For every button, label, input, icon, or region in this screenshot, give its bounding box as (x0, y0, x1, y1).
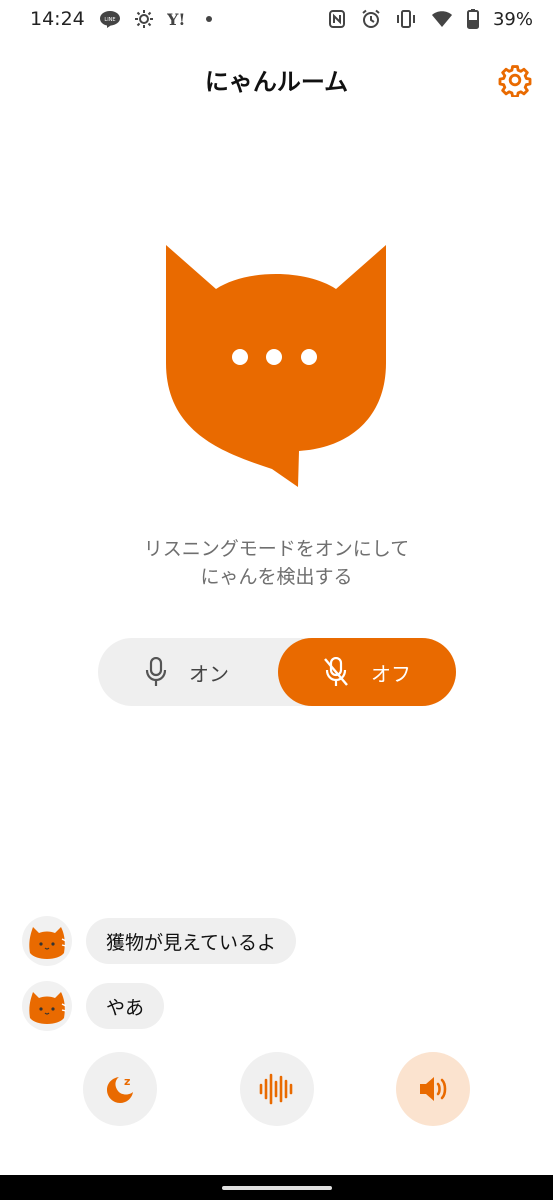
listening-on-label: オン (189, 661, 229, 686)
status-bar: 14:24 LINE Y! 39% (0, 0, 553, 38)
vibrate-icon (395, 9, 417, 29)
dot-3-icon (301, 349, 317, 365)
line-icon: LINE (99, 9, 121, 29)
sound-wave-icon (259, 1073, 293, 1105)
weather-icon (134, 10, 153, 28)
message-bubble: やあ (86, 983, 165, 1029)
speaker-button[interactable] (396, 1052, 470, 1126)
yahoo-icon: Y! (167, 10, 191, 28)
listening-on-button[interactable]: オン (98, 638, 276, 706)
hint-line-1: リスニングモードをオンにして (143, 538, 410, 560)
cat-avatar-icon (22, 981, 72, 1031)
message-bubble: 獲物が見えているよ (86, 918, 297, 964)
microphone-off-icon (324, 657, 348, 686)
speaker-icon (420, 1077, 447, 1101)
status-time: 14:24 (30, 8, 85, 30)
dot-2-icon (266, 349, 282, 365)
message-row: やあ (22, 981, 165, 1031)
app-header: にゃんルーム (0, 50, 553, 110)
battery-icon (466, 9, 479, 29)
cat-speech-illustration (164, 243, 388, 489)
battery-percent: 39% (492, 8, 533, 30)
dot-icon (205, 15, 213, 23)
status-bar-left: 14:24 LINE Y! (30, 8, 213, 30)
page-title: にゃんルーム (204, 68, 349, 96)
svg-text:Y!: Y! (167, 10, 185, 28)
listening-mode-toggle: オン オフ (98, 638, 456, 706)
wifi-icon (431, 10, 453, 28)
svg-text:LINE: LINE (104, 17, 115, 23)
system-nav-bar (0, 1175, 553, 1200)
settings-button[interactable] (495, 60, 535, 100)
cat-avatar-icon (22, 916, 72, 966)
hint-line-2: にゃんを検出する (200, 566, 353, 588)
svg-text:z: z (124, 1075, 130, 1088)
sleep-moon-icon: z (107, 1075, 133, 1103)
nfc-icon (327, 9, 347, 29)
listening-off-label: オフ (371, 661, 411, 686)
listening-hint: リスニングモードをオンにして にゃんを検出する (0, 535, 553, 591)
gear-icon (498, 65, 532, 97)
alarm-icon (361, 9, 381, 29)
home-gesture-handle[interactable] (222, 1186, 332, 1190)
dot-1-icon (232, 349, 248, 365)
sleep-button[interactable]: z (83, 1052, 157, 1126)
status-bar-right: 39% (327, 9, 533, 30)
listening-off-button[interactable]: オフ (278, 638, 456, 706)
sound-wave-button[interactable] (240, 1052, 314, 1126)
message-row: 獲物が見えているよ (22, 916, 297, 966)
microphone-icon (145, 657, 167, 686)
action-bar: z (0, 1052, 553, 1128)
